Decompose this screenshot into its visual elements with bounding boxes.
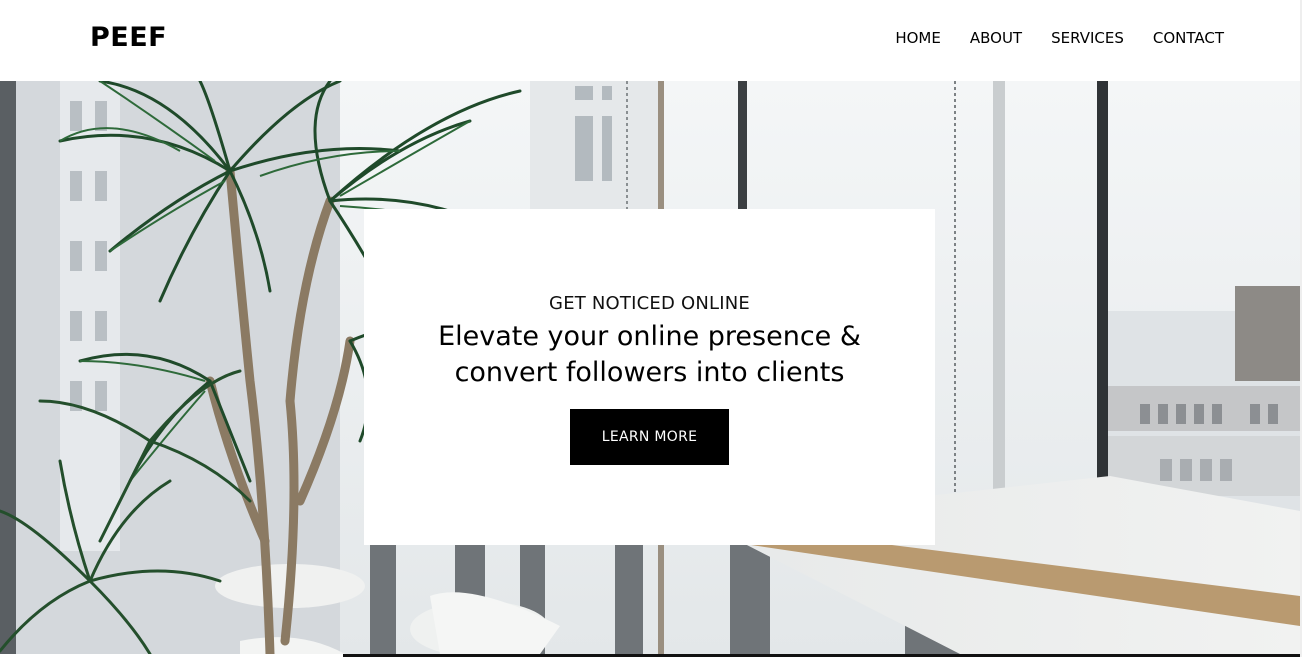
nav-contact[interactable]: CONTACT [1153,29,1224,47]
logo[interactable]: PEEF [90,22,167,53]
hero-eyebrow: GET NOTICED ONLINE [549,293,750,314]
nav-home[interactable]: HOME [895,29,941,47]
nav-about[interactable]: ABOUT [970,29,1022,47]
nav-services[interactable]: SERVICES [1051,29,1124,47]
learn-more-button[interactable]: LEARN MORE [570,409,729,465]
hero-card: GET NOTICED ONLINE Elevate your online p… [364,209,935,545]
hero-headline-line-1: Elevate your online presence & [438,321,861,352]
hero-headline: Elevate your online presence & convert f… [364,319,935,391]
hero-headline-line-2: convert followers into clients [454,357,845,388]
site-header: PEEF HOME ABOUT SERVICES CONTACT [0,0,1300,81]
page: PEEF HOME ABOUT SERVICES CONTACT GET NOT… [0,0,1302,657]
main-nav: HOME ABOUT SERVICES CONTACT [895,29,1224,47]
